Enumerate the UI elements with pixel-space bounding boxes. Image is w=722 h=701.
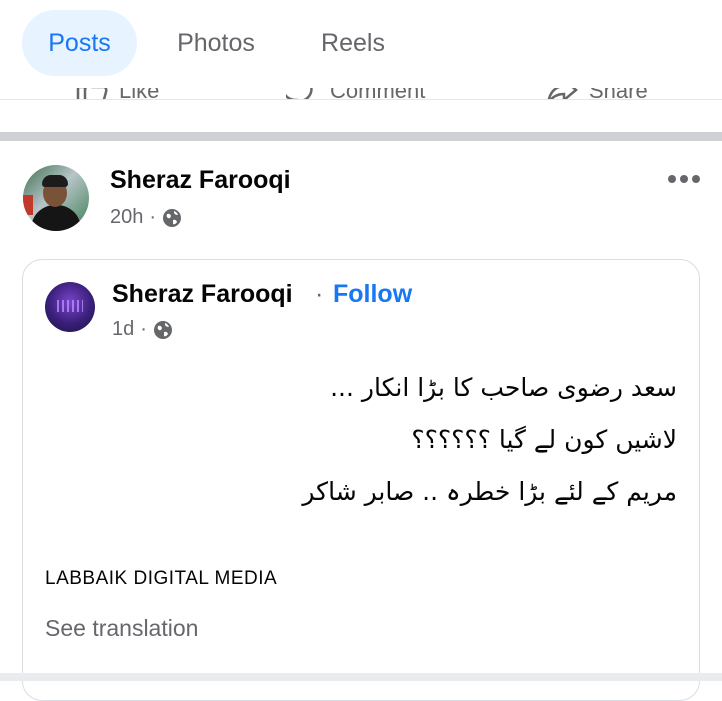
see-translation-link[interactable]: See translation — [45, 615, 198, 642]
thumbs-up-icon — [76, 88, 108, 99]
globe-icon — [163, 208, 182, 227]
post-text-line: لاشیں کون لے گیا ؟؟؟؟؟؟ — [411, 425, 677, 454]
share-button[interactable]: Share — [545, 88, 648, 99]
globe-icon — [153, 320, 172, 339]
shared-post-meta: 1d · — [112, 318, 173, 341]
post-meta: 20h · — [110, 206, 182, 229]
feed-divider — [0, 132, 722, 141]
like-label: Like — [119, 88, 159, 99]
previous-post-action-bar: Like Comment Share — [0, 88, 722, 100]
comment-icon — [286, 88, 313, 99]
more-options-icon[interactable] — [668, 171, 708, 187]
profile-tabs: Posts Photos Reels — [0, 0, 722, 88]
meta-separator: · — [149, 206, 157, 228]
shared-author-name[interactable]: Sheraz Farooqi — [112, 280, 293, 309]
share-icon — [547, 88, 578, 99]
shared-author-avatar[interactable] — [45, 282, 95, 332]
comment-button[interactable]: Comment — [286, 88, 425, 99]
avatar[interactable] — [23, 165, 89, 231]
post-caption: LABBAIK DIGITAL MEDIA — [45, 568, 278, 589]
author-name[interactable]: Sheraz Farooqi — [110, 166, 291, 195]
tab-posts[interactable]: Posts — [22, 10, 137, 76]
follow-button[interactable]: Follow — [333, 280, 412, 309]
post-text-line: مریم کے لئے بڑا خطرہ .. صابر شاکر — [302, 477, 677, 506]
shared-post-time[interactable]: 1d — [112, 318, 134, 341]
like-button[interactable]: Like — [75, 88, 159, 99]
bottom-strip — [0, 673, 722, 681]
follow-separator: · — [315, 280, 324, 308]
post-text-line: سعد رضوی صاحب کا بڑا انکار ... — [330, 373, 677, 402]
share-label: Share — [589, 88, 648, 99]
shared-post-card[interactable]: Sheraz Farooqi · Follow 1d · سعد رضوی صا… — [22, 259, 700, 701]
tab-photos[interactable]: Photos — [160, 10, 272, 76]
tab-reels[interactable]: Reels — [300, 10, 406, 76]
post-time[interactable]: 20h — [110, 206, 143, 229]
shared-meta-separator: · — [140, 318, 147, 340]
comment-label: Comment — [330, 88, 425, 99]
